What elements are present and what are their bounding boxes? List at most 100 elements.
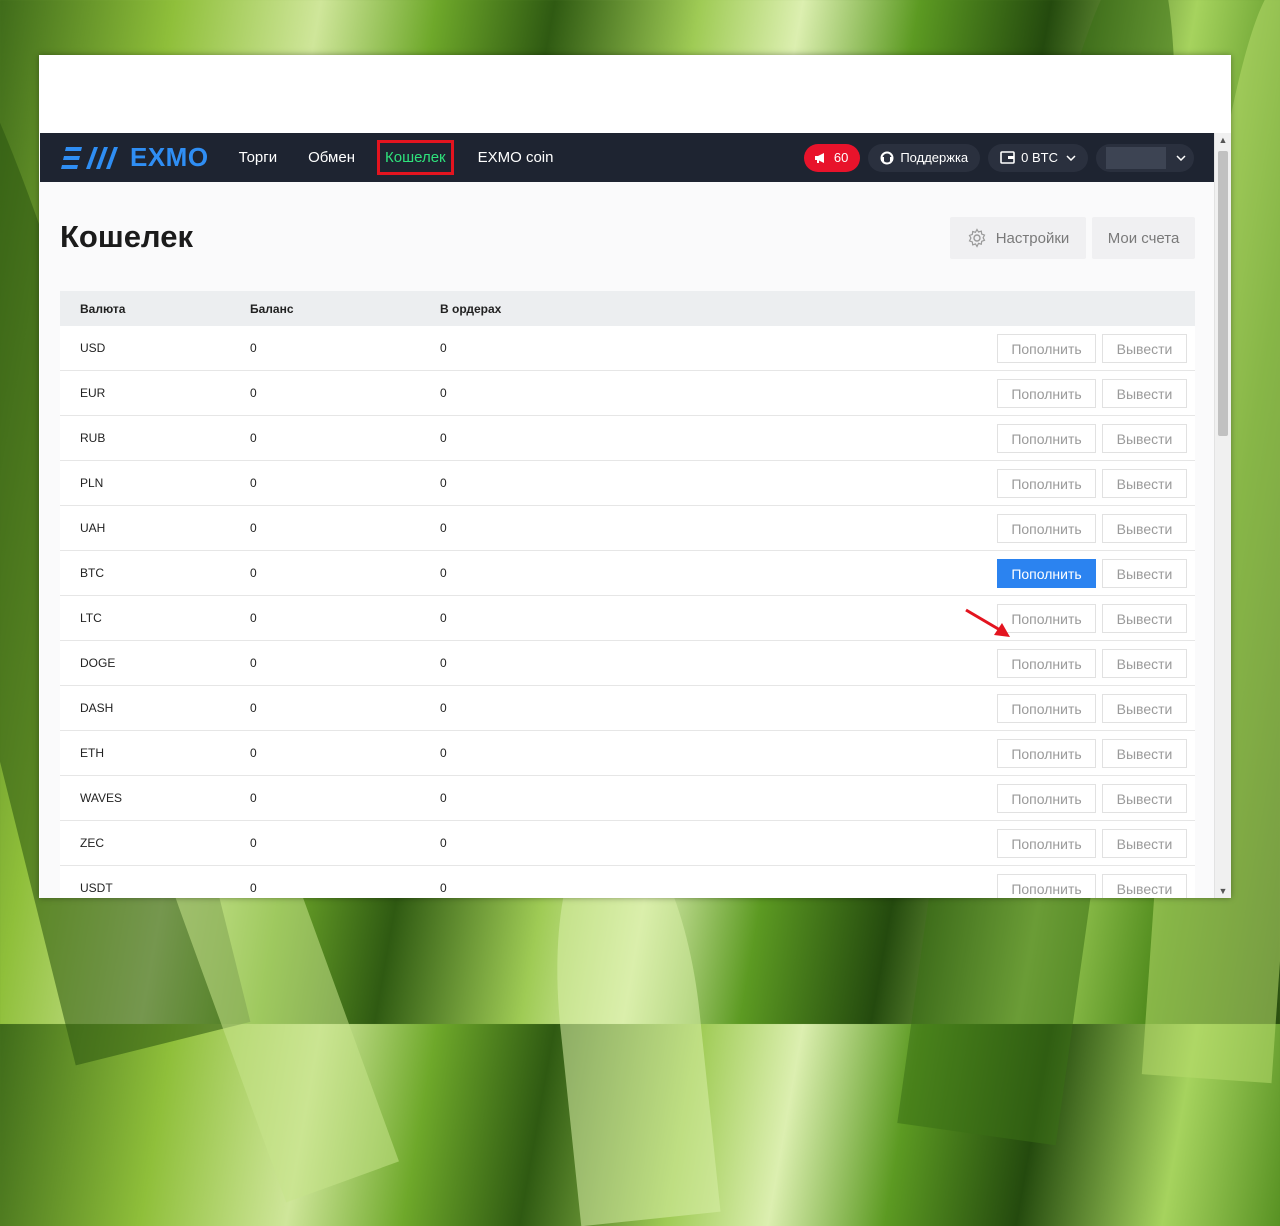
wallet-table-body: USD 0 0 Пополнить Вывести EUR 0 0 Пополнить Вывес… <box>60 326 1195 898</box>
in-orders-cell: 0 <box>440 550 987 596</box>
table-row: UAH 0 0 Пополнить Вывести <box>60 505 1195 551</box>
deposit-button[interactable]: Пополнить <box>997 423 1096 453</box>
withdraw-button[interactable]: Вывести <box>1102 423 1187 453</box>
balance-cell: 0 <box>250 326 440 371</box>
table-row: ETH 0 0 Пополнить Вывести <box>60 730 1195 776</box>
chevron-down-icon <box>1066 154 1076 161</box>
deposit-button[interactable]: Пополнить <box>997 693 1096 723</box>
balance-dropdown[interactable]: 0 BTC <box>988 143 1088 172</box>
currency-cell: ETH <box>60 730 250 776</box>
withdraw-button[interactable]: Вывести <box>1102 738 1187 768</box>
table-row: USDT 0 0 Пополнить Вывести <box>60 865 1195 898</box>
table-row: EUR 0 0 Пополнить Вывести <box>60 370 1195 416</box>
deposit-button[interactable]: Пополнить <box>997 513 1096 543</box>
user-menu[interactable] <box>1096 143 1194 172</box>
in-orders-cell: 0 <box>440 460 987 506</box>
page-title: Кошелек <box>60 219 193 254</box>
balance-cell: 0 <box>250 640 440 686</box>
table-row: RUB 0 0 Пополнить Вывести <box>60 415 1195 461</box>
withdraw-button[interactable]: Вывести <box>1102 468 1187 498</box>
actions-cell: Пополнить Вывести <box>987 820 1195 866</box>
in-orders-cell: 0 <box>440 595 987 641</box>
scroll-down-icon[interactable]: ▼ <box>1215 884 1231 898</box>
currency-cell: USD <box>60 326 250 371</box>
in-orders-cell: 0 <box>440 505 987 551</box>
megaphone-icon <box>814 152 824 163</box>
withdraw-button[interactable]: Вывести <box>1102 513 1187 543</box>
nav-links: Торги Обмен Кошелек EXMO coin <box>239 140 585 175</box>
page-viewport: EXMO Торги Обмен Кошелек EXMO coin 60 По… <box>40 133 1214 898</box>
deposit-button[interactable]: Пополнить <box>997 648 1096 678</box>
wallet-table: Валюта Баланс В ордерах USD 0 0 Пополнить Вы… <box>60 291 1195 898</box>
currency-cell: USDT <box>60 865 250 898</box>
in-orders-cell: 0 <box>440 415 987 461</box>
balance-cell: 0 <box>250 505 440 551</box>
in-orders-cell: 0 <box>440 370 987 416</box>
withdraw-button[interactable]: Вывести <box>1102 648 1187 678</box>
actions-cell: Пополнить Вывести <box>987 370 1195 416</box>
table-row: ZEC 0 0 Пополнить Вывести <box>60 820 1195 866</box>
withdraw-button[interactable]: Вывести <box>1102 603 1187 633</box>
withdraw-button[interactable]: Вывести <box>1102 378 1187 408</box>
currency-cell: RUB <box>60 415 250 461</box>
column-header-balance: Баланс <box>250 291 440 326</box>
logo-text: EXMO <box>130 142 209 172</box>
actions-cell: Пополнить Вывести <box>987 460 1195 506</box>
browser-window: EXMO Торги Обмен Кошелек EXMO coin 60 По… <box>39 55 1231 898</box>
deposit-button[interactable]: Пополнить <box>997 333 1096 363</box>
gear-icon <box>968 228 986 248</box>
deposit-button[interactable]: Пополнить <box>997 873 1096 898</box>
exmo-logo[interactable]: EXMO <box>60 133 209 182</box>
settings-button[interactable]: Настройки <box>950 217 1086 259</box>
headset-icon <box>880 151 894 164</box>
column-header-currency: Валюта <box>60 291 250 326</box>
deposit-button[interactable]: Пополнить <box>997 828 1096 858</box>
in-orders-cell: 0 <box>440 730 987 776</box>
notifications-count: 60 <box>833 150 849 165</box>
balance-cell: 0 <box>250 595 440 641</box>
table-row: WAVES 0 0 Пополнить Вывести <box>60 775 1195 821</box>
actions-cell: Пополнить Вывести <box>987 775 1195 821</box>
withdraw-button[interactable]: Вывести <box>1102 333 1187 363</box>
nav-right: 60 Поддержка 0 BTC <box>803 143 1194 172</box>
exmo-logo-mark-icon <box>61 146 118 169</box>
deposit-button[interactable]: Пополнить <box>997 738 1096 768</box>
my-accounts-button[interactable]: Мои счета <box>1092 217 1195 259</box>
withdraw-button[interactable]: Вывести <box>1102 558 1187 588</box>
wallet-icon <box>1000 151 1015 164</box>
actions-cell: Пополнить Вывести <box>987 865 1195 898</box>
deposit-button[interactable]: Пополнить <box>997 783 1096 813</box>
in-orders-cell: 0 <box>440 640 987 686</box>
in-orders-cell: 0 <box>440 865 987 898</box>
in-orders-cell: 0 <box>440 775 987 821</box>
nav-link-exmo-coin[interactable]: EXMO coin <box>478 145 554 170</box>
balance-cell: 0 <box>250 550 440 596</box>
notifications-button[interactable]: 60 <box>803 143 861 172</box>
deposit-button[interactable]: Пополнить <box>997 378 1096 408</box>
top-navigation: EXMO Торги Обмен Кошелек EXMO coin 60 По… <box>40 133 1214 182</box>
column-header-in-orders: В ордерах <box>440 291 987 326</box>
table-header-row: Валюта Баланс В ордерах <box>60 291 1195 326</box>
currency-cell: WAVES <box>60 775 250 821</box>
withdraw-button[interactable]: Вывести <box>1102 693 1187 723</box>
deposit-button[interactable]: Пополнить <box>997 468 1096 498</box>
in-orders-cell: 0 <box>440 685 987 731</box>
withdraw-button[interactable]: Вывести <box>1102 828 1187 858</box>
actions-cell: Пополнить Вывести <box>987 595 1195 641</box>
support-button[interactable]: Поддержка <box>868 143 981 172</box>
balance-label: 0 BTC <box>1021 150 1058 165</box>
withdraw-button[interactable]: Вывести <box>1102 783 1187 813</box>
nav-link-wallet[interactable]: Кошелек <box>376 140 454 175</box>
balance-cell: 0 <box>250 370 440 416</box>
scroll-up-icon[interactable]: ▲ <box>1215 133 1231 147</box>
scroll-thumb[interactable] <box>1218 151 1228 436</box>
deposit-button[interactable]: Пополнить <box>997 558 1096 588</box>
column-header-actions <box>987 291 1195 326</box>
nav-link-exchange[interactable]: Обмен <box>308 145 355 170</box>
vertical-scrollbar[interactable]: ▲ ▼ <box>1214 133 1231 898</box>
currency-cell: BTC <box>60 550 250 596</box>
settings-label: Настройки <box>995 229 1070 247</box>
withdraw-button[interactable]: Вывести <box>1102 873 1187 898</box>
chevron-down-icon <box>1176 154 1186 161</box>
nav-link-trading[interactable]: Торги <box>239 145 278 170</box>
